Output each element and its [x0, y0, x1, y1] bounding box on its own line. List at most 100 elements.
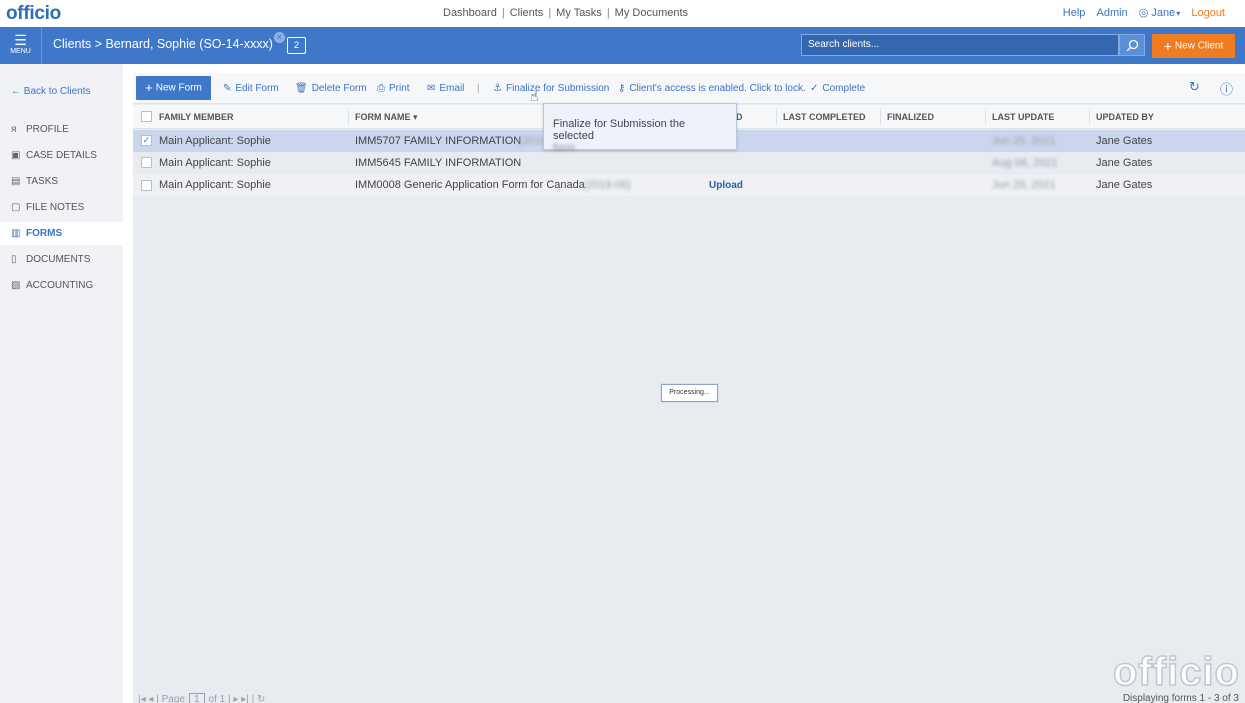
- col-finalized[interactable]: FINALIZED: [887, 112, 934, 122]
- last-update-cell: Jun 28, 2021: [992, 179, 1056, 191]
- nav-dashboard[interactable]: Dashboard: [443, 7, 497, 19]
- help-link[interactable]: Help: [1063, 7, 1086, 19]
- sidebar-item-forms[interactable]: ▥ FORMS: [0, 222, 123, 245]
- delete-form-button[interactable]: 🗑 Delete Form: [295, 83, 367, 94]
- col-last-completed[interactable]: LAST COMPLETED: [783, 112, 866, 122]
- note-icon: ▢: [11, 202, 21, 213]
- upload-link[interactable]: Upload: [709, 180, 743, 191]
- client-access-toggle[interactable]: ⚷ Client's access is enabled. Click to lo…: [618, 83, 806, 94]
- sidebar-item-case-details[interactable]: ▣ CASE DETAILS: [0, 144, 123, 168]
- processing-indicator: Processing...: [661, 384, 718, 402]
- edit-form-label: Edit Form: [235, 83, 279, 94]
- breadcrumb-clients[interactable]: Clients: [53, 37, 91, 51]
- logout-link[interactable]: Logout: [1191, 7, 1225, 19]
- column-divider: [880, 109, 881, 125]
- finalize-for-submission-button[interactable]: ⚓ Finalize for Submission: [493, 83, 609, 94]
- key-icon: ⚷: [618, 83, 626, 94]
- client-access-label: Client's access is enabled. Click to loc…: [629, 83, 806, 94]
- edit-form-button[interactable]: ✎ Edit Form: [223, 83, 279, 94]
- complete-button[interactable]: ✓ Complete: [810, 83, 865, 94]
- new-form-button[interactable]: + New Form: [136, 76, 211, 100]
- nav-my-tasks[interactable]: My Tasks: [556, 7, 602, 19]
- refresh-icon[interactable]: ↻: [257, 694, 265, 703]
- row-checkbox-checked[interactable]: ✓: [141, 135, 152, 146]
- hamburger-icon: ☰: [14, 32, 27, 48]
- sidebar: ← Back to Clients ᴙ PROFILE ▣ CASE DETAILS…: [0, 64, 123, 703]
- menu-label: MENU: [10, 48, 31, 55]
- clipboard-icon: ▤: [11, 176, 21, 187]
- back-label: Back to Clients: [23, 86, 91, 97]
- table-row[interactable]: Main Applicant: Sophie IMM0008 Generic A…: [133, 174, 1245, 196]
- search-icon: [1126, 39, 1138, 52]
- form-name-cell: IMM0008 Generic Application Form for Can…: [355, 179, 585, 191]
- updated-by-cell: Jane Gates: [1096, 157, 1153, 169]
- user-menu[interactable]: ◎ Jane▾: [1139, 7, 1181, 19]
- sidebar-item-file-notes[interactable]: ▢ FILE NOTES: [0, 196, 123, 220]
- help-circle-icon[interactable]: ⓘ: [1220, 79, 1233, 98]
- sidebar-item-profile[interactable]: ᴙ PROFILE: [0, 118, 123, 142]
- sidebar-item-label: ACCOUNTING: [26, 280, 94, 291]
- refresh-icon[interactable]: ↻: [1189, 79, 1200, 95]
- search-clients-input[interactable]: Search clients...: [801, 34, 1119, 56]
- caret-down-icon: ▾: [1176, 9, 1181, 18]
- top-right-links: Help Admin ◎ Jane▾ Logout: [1055, 6, 1225, 19]
- anchor-icon: ⚓: [493, 83, 502, 94]
- officio-logo[interactable]: officio: [6, 3, 61, 25]
- calendar-icon[interactable]: 2: [287, 37, 306, 54]
- col-last-update[interactable]: LAST UPDATE: [992, 112, 1054, 122]
- finalize-tooltip: Finalize for Submission the selected for…: [543, 103, 737, 154]
- column-divider: [985, 109, 986, 125]
- row-checkbox[interactable]: [141, 180, 152, 191]
- pagination-bar: |◂ ◂ | Page 1 of 1 | ▸ ▸| | ↻: [138, 693, 265, 703]
- col-updated-by[interactable]: UPDATED BY: [1096, 112, 1154, 122]
- forms-toolbar: + New Form ✎ Edit Form 🗑 Delete Form ⎙ Print…: [133, 73, 1245, 104]
- column-divider: [776, 109, 777, 125]
- col-form-name[interactable]: FORM NAME ▾: [355, 112, 418, 123]
- last-page-icon[interactable]: ▸|: [241, 694, 249, 703]
- breadcrumb-client-name: Bernard, Sophie (SO-14-xxxx): [105, 37, 273, 51]
- prev-page-icon[interactable]: ◂: [148, 694, 153, 703]
- nav-my-documents[interactable]: My Documents: [615, 7, 688, 19]
- id-card-icon: ▣: [11, 150, 21, 161]
- col-family-member[interactable]: FAMILY MEMBER: [159, 112, 234, 122]
- sidebar-item-accounting[interactable]: ▧ ACCOUNTING: [0, 274, 123, 298]
- search-button[interactable]: [1119, 34, 1145, 56]
- plus-icon: +: [1163, 38, 1172, 54]
- printer-icon: ⎙: [377, 83, 385, 94]
- first-page-icon[interactable]: |◂: [138, 694, 146, 703]
- updated-by-cell: Jane Gates: [1096, 179, 1153, 191]
- user-circle-icon: ◎: [1138, 7, 1149, 19]
- finalize-label: Finalize for Submission: [505, 83, 610, 94]
- close-client-icon[interactable]: ✕: [273, 32, 285, 43]
- nav-clients[interactable]: Clients: [510, 7, 544, 19]
- new-client-button[interactable]: + New Client: [1152, 34, 1235, 58]
- complete-label: Complete: [822, 83, 866, 94]
- table-row[interactable]: Main Applicant: Sophie IMM5645 FAMILY IN…: [133, 152, 1245, 174]
- sidebar-item-tasks[interactable]: ▤ TASKS: [0, 170, 123, 194]
- email-button[interactable]: ✉ Email: [427, 83, 464, 94]
- next-page-icon[interactable]: ▸: [233, 694, 238, 703]
- toolbar-divider: |: [477, 83, 480, 94]
- select-all-checkbox[interactable]: [141, 111, 152, 122]
- user-name: Jane: [1151, 7, 1176, 19]
- page-label: Page: [161, 694, 185, 703]
- top-bar: officio Dashboard | Clients | My Tasks | My Do…: [0, 0, 1245, 27]
- print-button[interactable]: ⎙ Print: [377, 83, 410, 94]
- back-to-clients-link[interactable]: ← Back to Clients: [11, 86, 90, 97]
- row-checkbox[interactable]: [141, 157, 152, 168]
- client-header-bar: ☰ MENU Clients > Bernard, Sophie (SO-14-…: [0, 27, 1245, 64]
- sidebar-item-label: CASE DETAILS: [26, 150, 97, 161]
- column-divider: [1089, 109, 1090, 125]
- top-nav: Dashboard | Clients | My Tasks | My Documents: [443, 7, 689, 19]
- sidebar-item-documents[interactable]: ▯ DOCUMENTS: [0, 248, 123, 272]
- page-number-input[interactable]: 1: [188, 693, 205, 703]
- sidebar-item-label: FORMS: [26, 228, 63, 239]
- family-member-cell: Main Applicant: Sophie: [159, 135, 271, 147]
- family-member-cell: Main Applicant: Sophie: [159, 179, 271, 191]
- admin-link[interactable]: Admin: [1096, 7, 1127, 19]
- updated-by-cell: Jane Gates: [1096, 135, 1153, 147]
- pager-divider: |: [228, 694, 231, 703]
- menu-button[interactable]: ☰ MENU: [0, 27, 42, 64]
- sidebar-item-label: TASKS: [26, 176, 59, 187]
- sort-down-icon: ▾: [413, 112, 418, 122]
